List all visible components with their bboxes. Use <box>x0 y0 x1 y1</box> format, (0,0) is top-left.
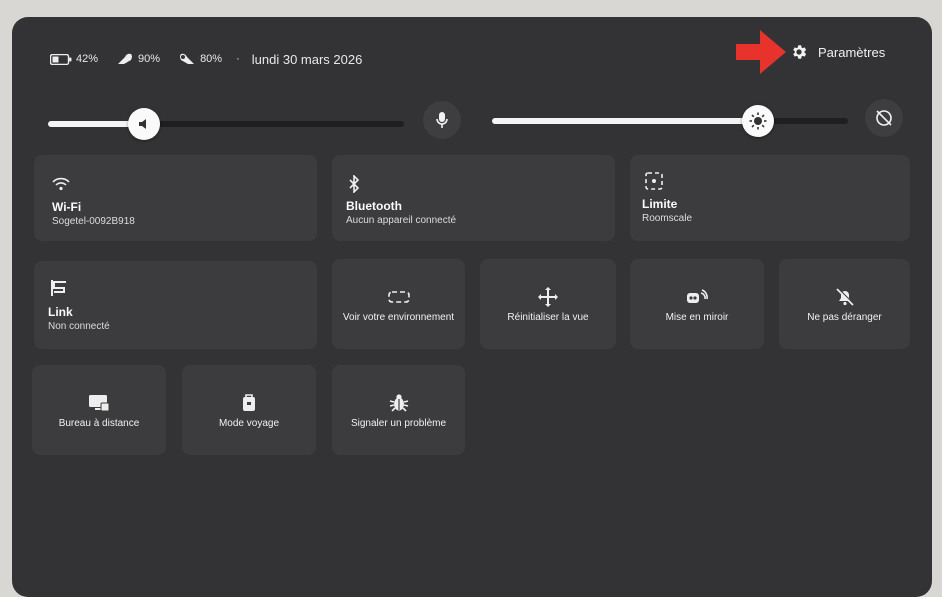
microphone-button[interactable] <box>423 101 461 139</box>
settings-label: Paramètres <box>818 44 886 60</box>
recenter-tile[interactable]: Réinitialiser la vue <box>480 259 616 349</box>
recenter-icon <box>538 286 558 307</box>
right-controller-battery: 90% <box>116 52 160 66</box>
settings-button[interactable]: Paramètres <box>790 43 885 61</box>
status-separator: · <box>236 53 240 65</box>
eye-comfort-icon <box>876 110 892 126</box>
controller-left-icon <box>180 53 195 64</box>
link-subtitle: Non connecté <box>48 321 110 332</box>
dnd-label: Ne pas déranger <box>807 311 882 323</box>
recenter-label: Réinitialiser la vue <box>507 311 589 323</box>
left-controller-battery: 80% <box>178 52 222 66</box>
brightness-fill <box>492 118 756 124</box>
suitcase-icon <box>243 393 255 411</box>
boundary-tile[interactable]: Limite Roomscale <box>630 155 910 241</box>
boundary-icon <box>645 172 663 190</box>
bluetooth-tile[interactable]: Bluetooth Aucun appareil connecté <box>332 155 615 241</box>
report-bug-label: Signaler un problème <box>350 417 447 429</box>
controller-right-icon <box>118 53 133 64</box>
remote-desktop-icon <box>89 394 110 411</box>
wifi-title: Wi-Fi <box>52 200 82 214</box>
report-bug-tile[interactable]: Signaler un problème <box>332 365 465 455</box>
remote-desktop-tile[interactable]: Bureau à distance <box>32 365 166 455</box>
wifi-tile[interactable]: Wi-Fi Sogetel-0092B918 <box>34 155 317 241</box>
headset-battery-value: 42% <box>76 53 99 65</box>
bug-icon <box>389 393 408 412</box>
status-bar: 42% 90% 80% · lundi 30 mars 2026 <box>50 51 362 67</box>
current-date: lundi 30 mars 2026 <box>251 51 363 67</box>
recenter-icon-wrap <box>538 286 558 308</box>
cast-icon <box>687 288 708 303</box>
volume-thumb[interactable] <box>128 108 160 140</box>
dnd-tile[interactable]: Ne pas déranger <box>779 259 910 349</box>
speaker-icon <box>139 119 146 129</box>
microphone-icon <box>436 112 448 128</box>
wifi-icon <box>52 177 70 191</box>
gear-icon <box>793 45 807 59</box>
brightness-slider[interactable] <box>492 105 848 137</box>
bluetooth-title: Bluetooth <box>346 199 402 213</box>
boundary-title: Limite <box>642 197 678 211</box>
remote-desktop-label: Bureau à distance <box>58 417 140 429</box>
bell-off-icon <box>835 287 854 306</box>
cast-icon-wrap <box>686 286 708 308</box>
passthrough-icon-wrap <box>387 286 410 308</box>
passthrough-icon <box>387 290 410 303</box>
link-tile[interactable]: Link Non connecté <box>34 261 317 349</box>
cast-label: Mise en miroir <box>665 311 729 323</box>
red-arrow-annotation <box>736 30 786 74</box>
link-title: Link <box>48 305 73 319</box>
volume-slider[interactable] <box>48 108 404 140</box>
right-controller-battery-value: 90% <box>138 53 161 65</box>
passthrough-label: Voir votre environnement <box>342 311 455 323</box>
left-controller-battery-value: 80% <box>200 53 223 65</box>
brightness-thumb[interactable] <box>742 105 774 137</box>
travel-mode-label: Mode voyage <box>218 417 280 429</box>
headset-battery: 42% <box>50 53 98 65</box>
quick-settings-panel: 42% 90% 80% · lundi 30 mars 2026 Paramèt… <box>12 17 932 597</box>
bluetooth-subtitle: Aucun appareil connecté <box>346 215 457 226</box>
eye-comfort-button[interactable] <box>865 99 903 137</box>
suitcase-icon-wrap <box>241 392 257 414</box>
battery-icon <box>50 53 72 65</box>
link-icon <box>51 280 66 296</box>
remote-desktop-icon-wrap <box>88 392 110 414</box>
wifi-subtitle: Sogetel-0092B918 <box>52 216 135 227</box>
brightness-icon <box>749 112 767 130</box>
travel-mode-tile[interactable]: Mode voyage <box>182 365 316 455</box>
bug-icon-wrap <box>389 392 409 414</box>
boundary-subtitle: Roomscale <box>642 213 693 224</box>
cast-tile[interactable]: Mise en miroir <box>630 259 764 349</box>
bluetooth-icon <box>349 175 360 193</box>
passthrough-tile[interactable]: Voir votre environnement <box>332 259 465 349</box>
bell-off-icon-wrap <box>835 286 855 308</box>
